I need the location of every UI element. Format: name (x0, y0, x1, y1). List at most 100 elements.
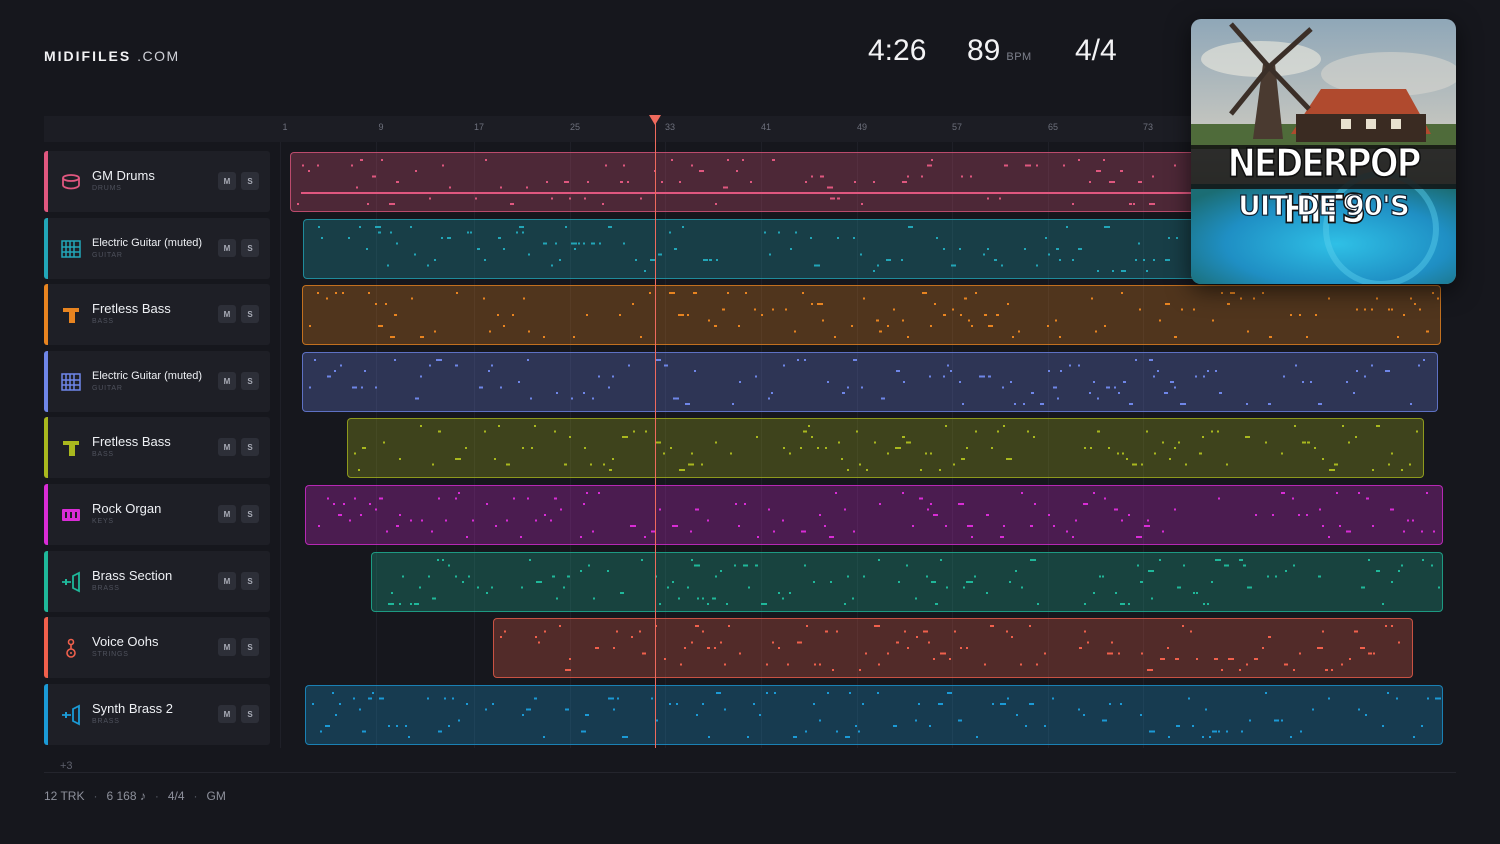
track-header[interactable]: Fretless Bass BASS M S (44, 284, 270, 345)
track-name: Electric Guitar (muted) (92, 370, 203, 382)
track-category: KEYS (92, 518, 114, 525)
track-category: BRASS (92, 718, 120, 725)
time-signature: 4/4 (1075, 34, 1117, 67)
ruler-bar-label: 73 (1142, 122, 1154, 132)
album-subtitle: UIT DE 90'S (1237, 188, 1410, 222)
track-name: Brass Section (92, 568, 173, 583)
midi-clip[interactable] (305, 485, 1443, 545)
footer-summary: 12 TRK · 6 168 ♪ · 4/4 · GM (44, 789, 226, 803)
ruler-bar-label: 65 (1047, 122, 1059, 132)
track-name: GM Drums (92, 168, 155, 183)
ruler-bar-label: 49 (856, 122, 868, 132)
drum-icon (60, 171, 82, 193)
track-name: Electric Guitar (muted) (92, 237, 203, 249)
track-color-stripe (44, 684, 48, 745)
album-cover: NEDERPOP HITS UIT DE 90'S (1191, 19, 1456, 284)
midi-clip[interactable] (302, 352, 1438, 412)
ruler-bar-label: 25 (569, 122, 581, 132)
track-color-stripe (44, 284, 48, 345)
bass-icon (60, 304, 82, 326)
solo-button[interactable]: S (241, 305, 259, 323)
clip-notes (500, 625, 1400, 671)
ruler-bar-label: 1 (282, 122, 288, 132)
clip-notes (309, 292, 1439, 338)
bass-icon (60, 437, 82, 459)
track-color-stripe (44, 218, 48, 279)
mute-button[interactable]: M (218, 705, 236, 723)
brand-suffix: .COM (137, 48, 180, 64)
midi-clip[interactable] (347, 418, 1424, 478)
ruler-bar-label: 41 (760, 122, 772, 132)
track-header[interactable]: Synth Brass 2 BRASS M S (44, 684, 270, 745)
mute-button[interactable]: M (218, 572, 236, 590)
track-header[interactable]: Rock Organ KEYS M S (44, 484, 270, 545)
mute-button[interactable]: M (218, 172, 236, 190)
track-header[interactable]: GM Drums DRUMS M S (44, 151, 270, 212)
midi-clip[interactable] (493, 618, 1413, 678)
track-name: Fretless Bass (92, 301, 171, 316)
track-color-stripe (44, 551, 48, 612)
guitar-grid-icon (60, 371, 82, 393)
solo-button[interactable]: S (241, 372, 259, 390)
track-category: BRASS (92, 585, 120, 592)
mute-button[interactable]: M (218, 505, 236, 523)
track-name: Rock Organ (92, 501, 162, 516)
clip-notes (309, 359, 1425, 405)
track-header[interactable]: Brass Section BRASS M S (44, 551, 270, 612)
track-header[interactable]: Voice Oohs STRINGS M S (44, 617, 270, 678)
solo-button[interactable]: S (241, 172, 259, 190)
guitar-grid-icon (60, 238, 82, 260)
brand-logo: MIDIFILES .COM (44, 48, 180, 64)
solo-button[interactable]: S (241, 239, 259, 257)
footer-divider (44, 772, 1456, 773)
ruler-bar-label: 17 (473, 122, 485, 132)
mute-button[interactable]: M (218, 305, 236, 323)
ruler-bar-label: 57 (951, 122, 963, 132)
ruler-bar-label: 9 (378, 122, 384, 132)
more-tracks-count[interactable]: +3 (60, 760, 73, 772)
track-name: Synth Brass 2 (92, 701, 173, 716)
solo-button[interactable]: S (241, 438, 259, 456)
midi-clip[interactable] (302, 285, 1441, 345)
note-count: 6 168 ♪ (106, 789, 146, 803)
footer-signature: 4/4 (167, 789, 185, 803)
track-category: STRINGS (92, 651, 129, 658)
track-color-stripe (44, 351, 48, 412)
playhead-marker[interactable] (649, 115, 661, 125)
ruler-bar-label: 33 (664, 122, 676, 132)
midi-clip[interactable] (371, 552, 1443, 612)
clip-notes (388, 559, 1440, 605)
track-count: 12 TRK (44, 789, 85, 803)
trumpet-icon (60, 704, 82, 726)
clip-notes (312, 692, 1441, 738)
track-header[interactable]: Fretless Bass BASS M S (44, 417, 270, 478)
track-color-stripe (44, 484, 48, 545)
track-category: GUITAR (92, 252, 123, 259)
track-header[interactable]: Electric Guitar (muted) GUITAR M S (44, 351, 270, 412)
track-category: BASS (92, 451, 114, 458)
solo-button[interactable]: S (241, 638, 259, 656)
track-category: DRUMS (92, 185, 122, 192)
brand-name: MIDIFILES (44, 48, 132, 64)
playhead-line[interactable] (655, 116, 656, 748)
clip-notes (354, 425, 1418, 471)
mute-button[interactable]: M (218, 638, 236, 656)
solo-button[interactable]: S (241, 705, 259, 723)
track-category: GUITAR (92, 385, 123, 392)
mute-button[interactable]: M (218, 239, 236, 257)
track-name: Voice Oohs (92, 634, 159, 649)
solo-button[interactable]: S (241, 572, 259, 590)
clip-notes (318, 492, 1435, 538)
solo-button[interactable]: S (241, 505, 259, 523)
track-header[interactable]: Electric Guitar (muted) GUITAR M S (44, 218, 270, 279)
song-duration: 4:26 (868, 34, 927, 67)
mute-button[interactable]: M (218, 372, 236, 390)
tempo-value: 89 (967, 34, 1001, 67)
trumpet-icon (60, 571, 82, 593)
track-color-stripe (44, 617, 48, 678)
mute-button[interactable]: M (218, 438, 236, 456)
midi-clip[interactable] (305, 685, 1443, 745)
tempo-display: 89 BPM (967, 34, 1032, 68)
bar-gridline (280, 142, 281, 748)
midi-standard: GM (206, 789, 226, 803)
